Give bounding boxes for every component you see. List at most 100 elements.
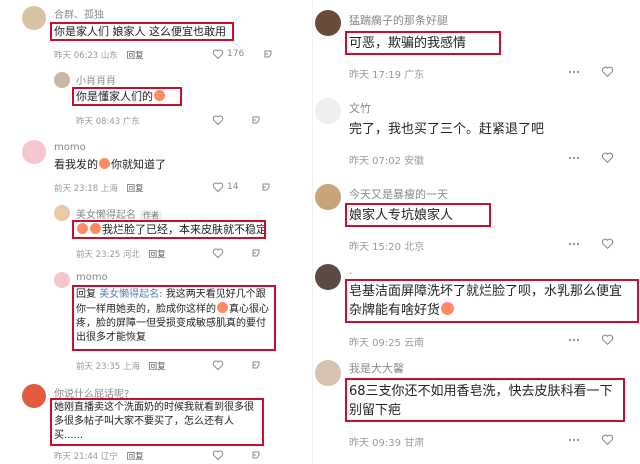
highlight-box bbox=[72, 285, 276, 351]
avatar[interactable] bbox=[315, 360, 341, 386]
reply-button[interactable]: 回复 bbox=[127, 184, 144, 194]
like-icon[interactable] bbox=[601, 151, 614, 164]
location: 上海 bbox=[100, 184, 118, 194]
more-icon[interactable] bbox=[567, 238, 581, 250]
timestamp: 前天 23:18 bbox=[54, 184, 99, 194]
like-icon[interactable] bbox=[601, 237, 614, 250]
avatar[interactable] bbox=[54, 272, 70, 288]
username[interactable]: 今天又是暴瘦的一天 bbox=[349, 186, 448, 202]
location: 北京 bbox=[404, 242, 425, 253]
highlight-box bbox=[50, 398, 264, 446]
location: 山东 bbox=[100, 51, 118, 61]
avatar[interactable] bbox=[54, 72, 70, 88]
comment-actions bbox=[567, 333, 614, 346]
like-icon[interactable] bbox=[212, 359, 224, 371]
location: 甘肃 bbox=[404, 438, 425, 449]
comment-text-body: 你就知道了 bbox=[111, 158, 166, 171]
comment-text: 完了，我也买了三个。赶紧退了吧 bbox=[349, 122, 545, 137]
highlight-box bbox=[50, 22, 234, 41]
dislike-icon[interactable] bbox=[250, 359, 262, 371]
username[interactable]: momo bbox=[76, 272, 108, 283]
like-icon[interactable] bbox=[601, 333, 614, 346]
timestamp: 昨天 07:02 bbox=[349, 156, 401, 167]
dislike-icon[interactable] bbox=[250, 449, 262, 461]
comment-meta: 昨天 07:02 安徽 bbox=[349, 152, 424, 167]
like-icon[interactable] bbox=[212, 449, 224, 461]
comment-meta: 昨天 08:43 广东 bbox=[76, 115, 140, 127]
username[interactable]: momo bbox=[54, 142, 86, 153]
timestamp: 昨天 09:25 bbox=[349, 338, 401, 349]
username[interactable]: 猛踹瘸子的那条好腿 bbox=[349, 12, 448, 28]
comment-meta: 昨天 21:44 辽宁 回复 bbox=[54, 450, 144, 462]
comment-meta: 前天 23:35 上海 回复 bbox=[76, 360, 166, 372]
like-count: 14 bbox=[227, 182, 239, 192]
comment-actions bbox=[567, 237, 614, 250]
timestamp: 昨天 09:39 bbox=[349, 438, 401, 449]
dislike-icon[interactable] bbox=[250, 114, 262, 126]
timestamp: 昨天 21:44 bbox=[54, 452, 99, 462]
reply-button[interactable]: 回复 bbox=[149, 250, 166, 260]
username[interactable]: . bbox=[349, 264, 353, 277]
avatar[interactable] bbox=[315, 264, 341, 290]
username[interactable]: 合群、孤独 bbox=[54, 6, 104, 21]
right-comment-panel: 猛踹瘸子的那条好腿 可恶，欺骗的我感情 昨天 17:19 广东 文竹 完了，我也… bbox=[312, 0, 640, 464]
avatar[interactable] bbox=[22, 140, 46, 164]
reply-button[interactable]: 回复 bbox=[149, 362, 166, 372]
comment-meta: 昨天 17:19 广东 bbox=[349, 66, 424, 81]
reply-button[interactable]: 回复 bbox=[127, 51, 144, 61]
like-icon[interactable] bbox=[212, 48, 224, 60]
timestamp: 昨天 15:20 bbox=[349, 242, 401, 253]
highlight-box bbox=[345, 203, 491, 227]
location: 广东 bbox=[122, 117, 140, 127]
like-icon[interactable] bbox=[212, 181, 224, 193]
comment-meta: 前天 23:18 上海 回复 bbox=[54, 182, 144, 194]
highlight-box bbox=[72, 220, 266, 239]
comment-meta: 昨天 09:39 甘肃 bbox=[349, 434, 424, 449]
comment-text: 看我发的 你就知道了 bbox=[54, 157, 166, 172]
username: 美女懒得起名 作者 bbox=[76, 206, 162, 221]
timestamp: 前天 23:35 bbox=[76, 362, 121, 372]
comment-actions bbox=[567, 151, 614, 164]
comment-actions bbox=[212, 449, 262, 461]
like-count: 176 bbox=[227, 49, 245, 59]
avatar[interactable] bbox=[22, 384, 46, 408]
like-icon[interactable] bbox=[212, 247, 224, 259]
comment-meta: 前天 23:25 河北 回复 bbox=[76, 248, 166, 260]
avatar[interactable] bbox=[54, 205, 70, 221]
location: 上海 bbox=[122, 362, 140, 372]
more-icon[interactable] bbox=[567, 334, 581, 346]
like-icon[interactable] bbox=[601, 65, 614, 78]
comment-meta: 昨天 06:23 山东 回复 bbox=[54, 49, 144, 61]
highlight-box bbox=[72, 87, 182, 106]
dislike-icon[interactable] bbox=[262, 48, 274, 60]
location: 河北 bbox=[122, 250, 140, 260]
more-icon[interactable] bbox=[567, 152, 581, 164]
avatar[interactable] bbox=[315, 98, 341, 124]
comment-actions bbox=[212, 114, 262, 126]
username[interactable]: 小肖肖肖 bbox=[76, 72, 116, 87]
dislike-icon[interactable] bbox=[260, 181, 272, 193]
comment-meta: 昨天 09:25 云南 bbox=[349, 334, 424, 349]
highlight-box bbox=[345, 31, 501, 55]
reply-button[interactable]: 回复 bbox=[127, 452, 144, 462]
like-icon[interactable] bbox=[212, 114, 224, 126]
dislike-icon[interactable] bbox=[250, 247, 262, 259]
username[interactable]: 我是大大馨 bbox=[349, 360, 404, 376]
comment-actions bbox=[212, 359, 262, 371]
avatar[interactable] bbox=[315, 184, 341, 210]
highlight-box bbox=[345, 279, 639, 323]
left-comment-panel: 合群、孤独 你是家人们 娘家人 这么便宜也敢用 昨天 06:23 山东 回复 1… bbox=[0, 0, 312, 464]
avatar[interactable] bbox=[315, 10, 341, 36]
like-icon[interactable] bbox=[601, 433, 614, 446]
location: 辽宁 bbox=[100, 452, 118, 462]
username[interactable]: 文竹 bbox=[349, 100, 371, 116]
more-icon[interactable] bbox=[567, 66, 581, 78]
comment-meta: 昨天 15:20 北京 bbox=[349, 238, 424, 253]
location: 云南 bbox=[404, 338, 425, 349]
more-icon[interactable] bbox=[567, 434, 581, 446]
comment-actions bbox=[567, 65, 614, 78]
comment-actions: 176 bbox=[212, 48, 274, 60]
comment-actions bbox=[567, 433, 614, 446]
avatar[interactable] bbox=[22, 6, 46, 30]
comment-text-body: 看我发的 bbox=[54, 158, 98, 171]
